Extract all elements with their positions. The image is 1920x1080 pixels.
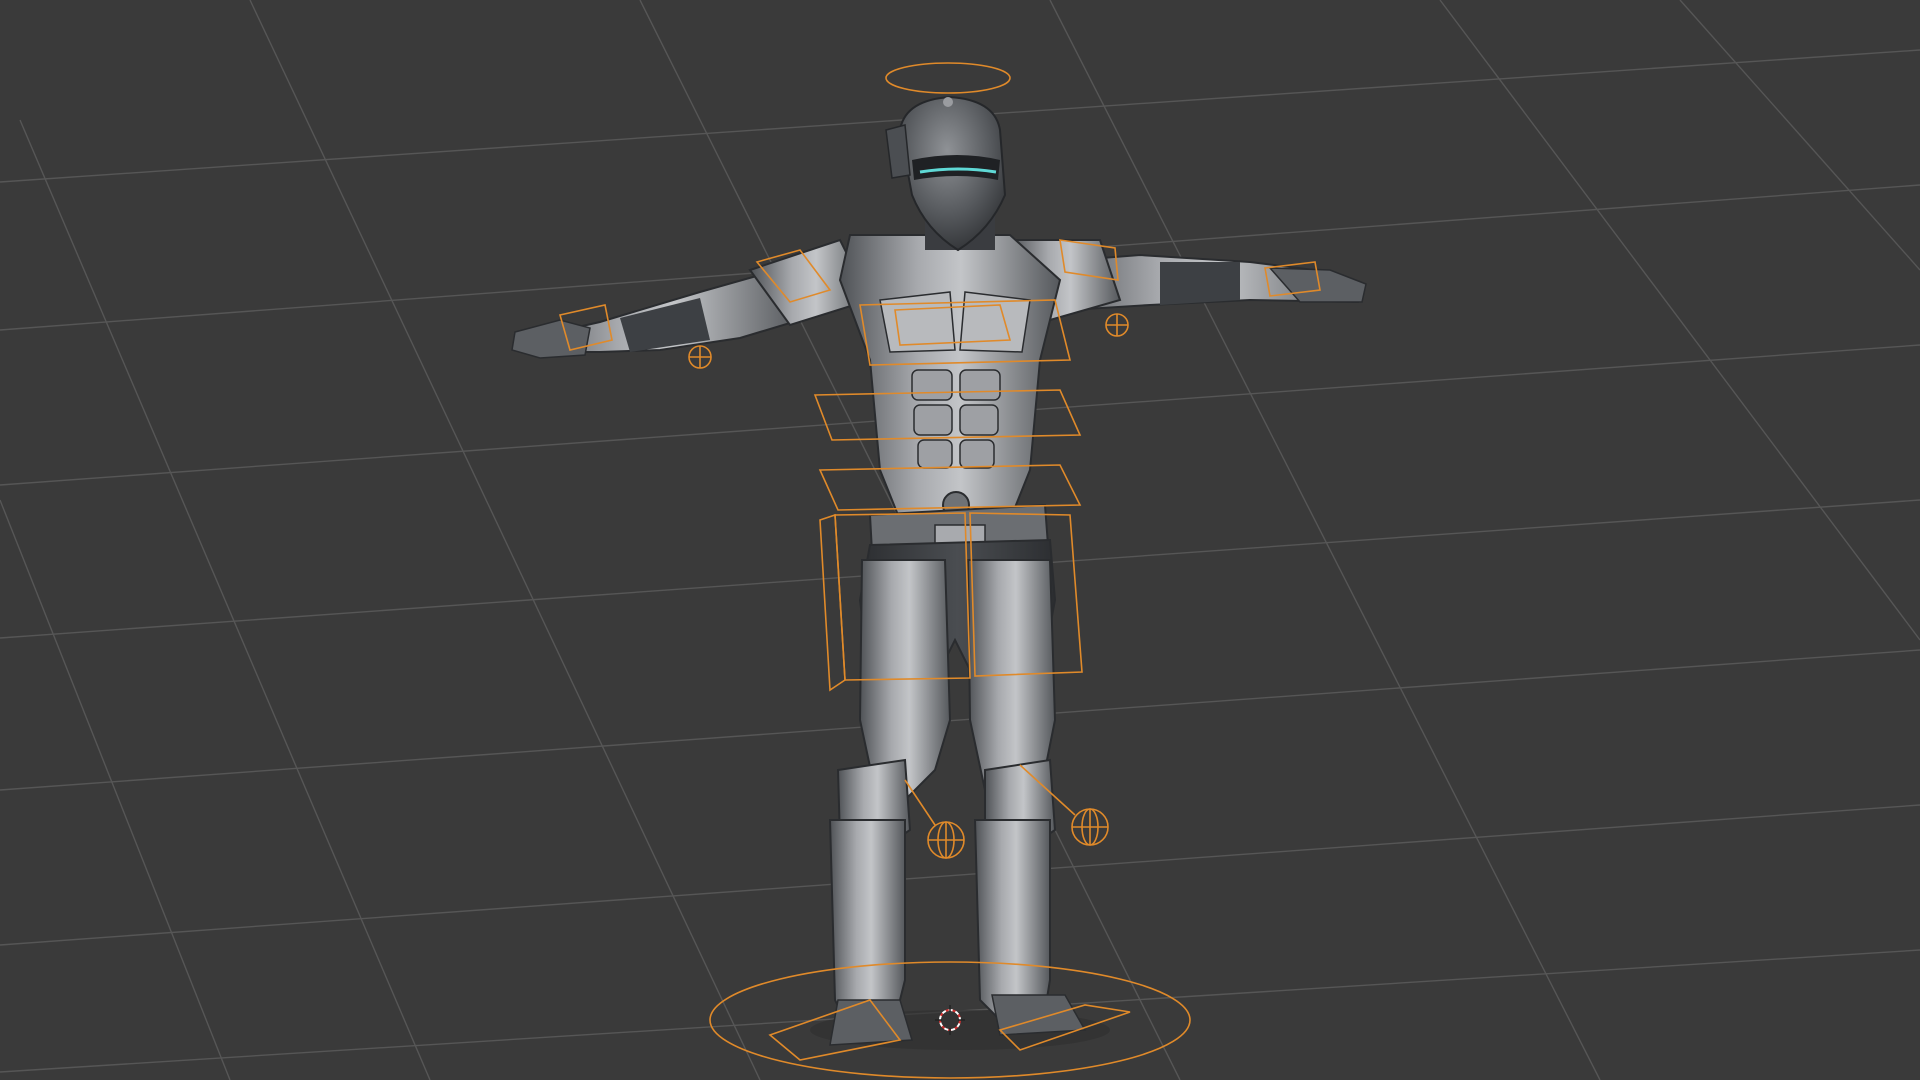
viewport-canvas[interactable] [0,0,1920,1080]
3d-viewport[interactable] [0,0,1920,1080]
armored-character[interactable] [511,95,1367,1050]
